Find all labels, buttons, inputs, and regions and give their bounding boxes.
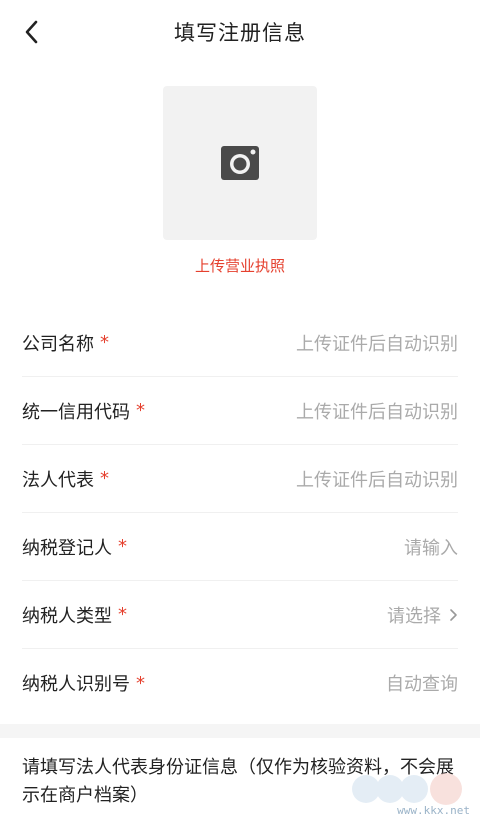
required-mark: * (100, 468, 109, 489)
required-mark: * (136, 672, 145, 694)
tax-registrant-label: 纳税登记人 (22, 537, 112, 559)
form-row-credit-code[interactable]: 统一信用代码 * 上传证件后自动识别 (22, 377, 458, 445)
upload-license-box[interactable] (163, 86, 317, 240)
back-button[interactable] (16, 16, 48, 48)
legal-rep-field[interactable]: 上传证件后自动识别 (296, 466, 458, 492)
required-mark: * (136, 400, 145, 421)
registration-form: 公司名称 * 上传证件后自动识别 统一信用代码 * 上传证件后自动识别 法人代表… (22, 309, 458, 717)
taxpayer-type-select[interactable]: 请选择 (387, 602, 458, 628)
required-mark: * (118, 604, 127, 625)
required-mark: * (100, 332, 109, 353)
taxpayer-type-value: 请选择 (387, 605, 441, 627)
form-row-tax-registrant[interactable]: 纳税登记人 * 请输入 (22, 513, 458, 581)
chevron-left-icon (25, 20, 38, 44)
company-name-field[interactable]: 上传证件后自动识别 (296, 330, 458, 356)
page-title: 填写注册信息 (174, 21, 306, 45)
camera-icon (221, 146, 259, 180)
legal-rep-label: 法人代表 (22, 469, 94, 491)
upload-license-label[interactable]: 上传营业执照 (0, 255, 480, 276)
kk-logo-icon (352, 773, 462, 805)
credit-code-field[interactable]: 上传证件后自动识别 (296, 398, 458, 424)
form-row-legal-rep[interactable]: 法人代表 * 上传证件后自动识别 (22, 445, 458, 513)
section-divider (0, 724, 480, 738)
watermark-logo: www.kkx.net (350, 771, 470, 819)
credit-code-label: 统一信用代码 (22, 401, 130, 423)
watermark-url: www.kkx.net (397, 804, 470, 817)
taxpayer-id-field[interactable]: 自动查询 (386, 670, 458, 696)
form-row-taxpayer-id[interactable]: 纳税人识别号 * 自动查询 (22, 649, 458, 717)
chevron-right-icon (449, 608, 458, 622)
taxpayer-type-label: 纳税人类型 (22, 605, 112, 627)
taxpayer-id-label: 纳税人识别号 (22, 674, 130, 695)
header: 填写注册信息 (0, 0, 480, 64)
tax-registrant-input[interactable]: 请输入 (404, 534, 458, 560)
company-name-label: 公司名称 (22, 333, 94, 355)
form-row-taxpayer-type[interactable]: 纳税人类型 * 请选择 (22, 581, 458, 649)
required-mark: * (118, 536, 127, 557)
form-row-company-name[interactable]: 公司名称 * 上传证件后自动识别 (22, 309, 458, 377)
